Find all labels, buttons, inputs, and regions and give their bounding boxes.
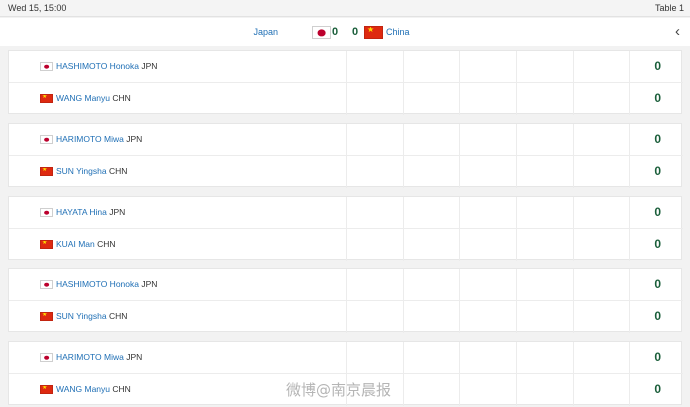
japan-flag-icon bbox=[40, 135, 53, 144]
player-country: JPN bbox=[126, 352, 143, 362]
player-name[interactable]: HAYATA Hina bbox=[56, 207, 107, 217]
player-country: JPN bbox=[126, 134, 143, 144]
game-column-divider bbox=[403, 124, 404, 188]
player-country: JPN bbox=[141, 279, 158, 289]
table-label: Table 1 bbox=[654, 3, 684, 13]
away-team-name[interactable]: China bbox=[386, 27, 410, 37]
player-name[interactable]: SUN Yingsha bbox=[56, 311, 107, 321]
china-flag-icon bbox=[40, 167, 53, 176]
game-column-divider bbox=[459, 269, 460, 333]
game-column-divider bbox=[346, 269, 347, 333]
china-flag-icon bbox=[40, 94, 53, 103]
game-column-divider bbox=[516, 197, 517, 261]
top-bar: Wed 15, 15:00 Table 1 bbox=[0, 0, 690, 17]
home-team-score: 0 bbox=[332, 26, 339, 38]
match-card: HASHIMOTO Honoka JPN 0 SUN Yingsha CHN 0 bbox=[8, 268, 683, 333]
game-column-divider bbox=[459, 51, 460, 115]
player-name[interactable]: HASHIMOTO Honoka bbox=[56, 279, 139, 289]
player-country: CHN bbox=[112, 384, 131, 394]
player-name[interactable]: HARIMOTO Miwa bbox=[56, 134, 124, 144]
match-card: HAYATA Hina JPN 0 KUAI Man CHN 0 bbox=[8, 196, 683, 261]
game-column-divider bbox=[403, 197, 404, 261]
player-score: 0 bbox=[654, 309, 661, 323]
china-flag-icon bbox=[40, 240, 53, 249]
team-score-header: Japan 0 0 China ‹ bbox=[0, 18, 690, 46]
game-column-divider bbox=[629, 51, 630, 115]
player-score: 0 bbox=[654, 382, 661, 396]
game-column-divider bbox=[459, 342, 460, 406]
player-name[interactable]: HARIMOTO Miwa bbox=[56, 352, 124, 362]
game-column-divider bbox=[516, 269, 517, 333]
game-column-divider bbox=[629, 124, 630, 188]
player-name[interactable]: HASHIMOTO Honoka bbox=[56, 61, 139, 71]
game-column-divider bbox=[403, 51, 404, 115]
game-column-divider bbox=[516, 51, 517, 115]
game-column-divider bbox=[346, 197, 347, 261]
game-column-divider bbox=[459, 197, 460, 261]
game-column-divider bbox=[573, 51, 574, 115]
game-column-divider bbox=[516, 342, 517, 406]
player-score: 0 bbox=[654, 205, 661, 219]
game-column-divider bbox=[573, 342, 574, 406]
player-country: CHN bbox=[108, 311, 128, 321]
player-name[interactable]: WANG Manyu bbox=[56, 93, 110, 103]
china-flag-icon bbox=[40, 385, 53, 394]
japan-flag-icon bbox=[40, 280, 53, 289]
watermark: 微博@南京晨报 bbox=[286, 381, 392, 399]
player-country: JPN bbox=[141, 61, 158, 71]
player-country: CHN bbox=[108, 166, 128, 176]
game-column-divider bbox=[573, 269, 574, 333]
player-score: 0 bbox=[654, 350, 661, 364]
player-country: CHN bbox=[112, 93, 131, 103]
match-card: HARIMOTO Miwa JPN 0 SUN Yingsha CHN 0 bbox=[8, 123, 683, 188]
player-score: 0 bbox=[654, 277, 661, 291]
japan-flag-icon bbox=[40, 62, 53, 71]
player-score: 0 bbox=[654, 132, 661, 146]
japan-flag-icon bbox=[40, 353, 53, 362]
player-score: 0 bbox=[654, 237, 661, 251]
game-column-divider bbox=[629, 197, 630, 261]
player-country: JPN bbox=[109, 207, 126, 217]
japan-flag-icon bbox=[312, 26, 331, 39]
china-flag-icon bbox=[364, 26, 383, 39]
player-name[interactable]: KUAI Man bbox=[56, 239, 95, 249]
game-column-divider bbox=[403, 269, 404, 333]
game-column-divider bbox=[459, 124, 460, 188]
player-name[interactable]: SUN Yingsha bbox=[56, 166, 107, 176]
player-score: 0 bbox=[654, 91, 661, 105]
game-column-divider bbox=[346, 124, 347, 188]
japan-flag-icon bbox=[40, 208, 53, 217]
game-column-divider bbox=[403, 342, 404, 406]
player-score: 0 bbox=[654, 164, 661, 178]
away-team-score: 0 bbox=[352, 26, 359, 38]
china-flag-icon bbox=[40, 312, 53, 321]
game-column-divider bbox=[346, 51, 347, 115]
match-datetime: Wed 15, 15:00 bbox=[8, 3, 67, 13]
player-country: CHN bbox=[97, 239, 116, 249]
match-card: HASHIMOTO Honoka JPN 0 WANG Manyu CHN 0 bbox=[8, 50, 683, 115]
game-column-divider bbox=[573, 197, 574, 261]
game-column-divider bbox=[516, 124, 517, 188]
player-name[interactable]: WANG Manyu bbox=[56, 384, 110, 394]
chevron-left-icon[interactable]: ‹ bbox=[675, 23, 680, 40]
game-column-divider bbox=[629, 269, 630, 333]
home-team-name[interactable]: Japan bbox=[253, 27, 278, 37]
player-score: 0 bbox=[654, 59, 661, 73]
game-column-divider bbox=[573, 124, 574, 188]
game-column-divider bbox=[629, 342, 630, 406]
